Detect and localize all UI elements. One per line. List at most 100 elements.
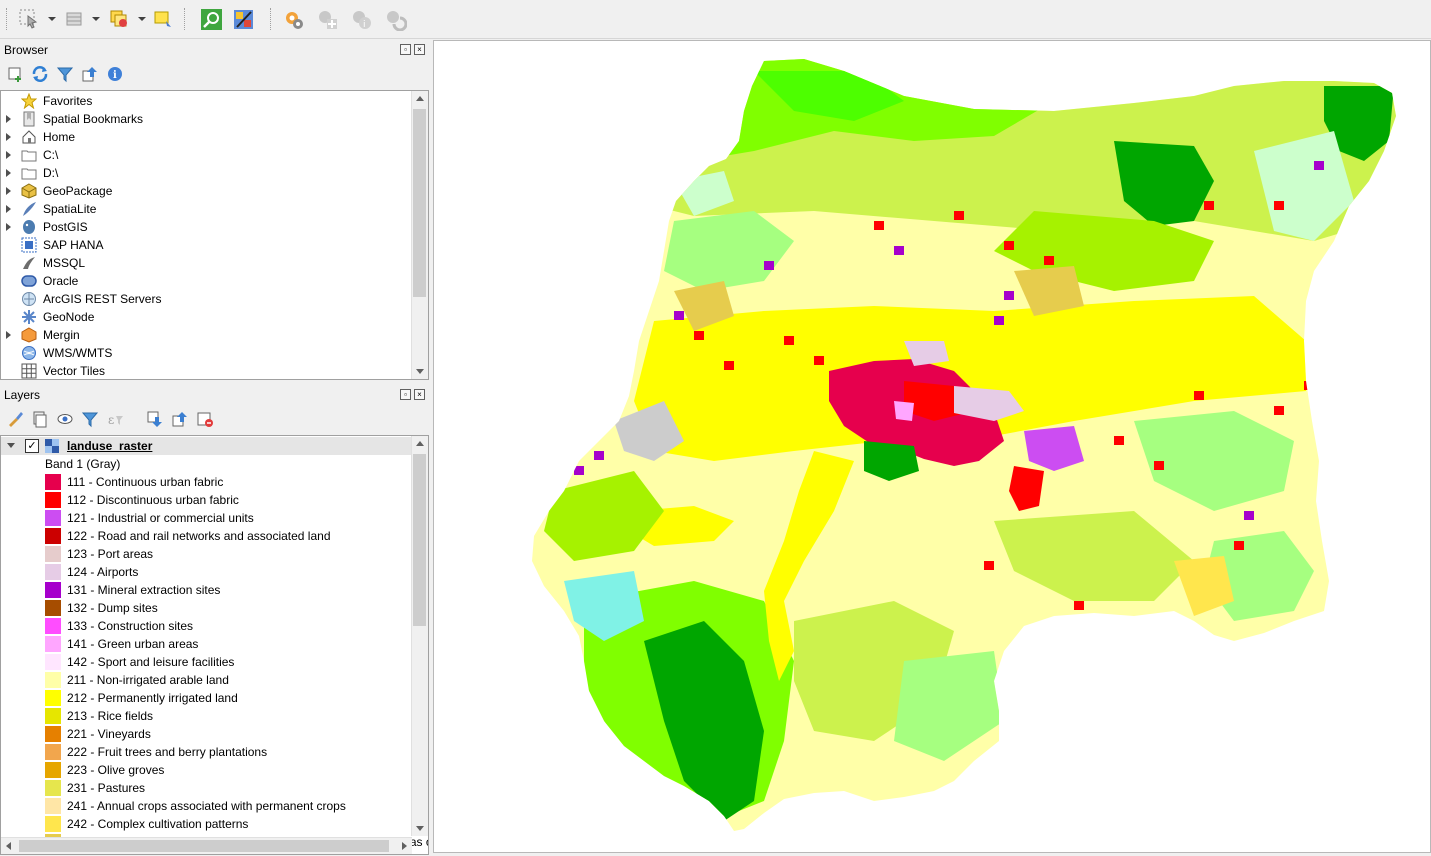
plugin-settings-button[interactable] <box>280 6 306 32</box>
layers-tree: ✓ landuse_raster Band 1 (Gray) 111 - Con… <box>0 435 429 855</box>
scrollbar-thumb[interactable] <box>413 454 426 626</box>
browser-item-vector-tiles[interactable]: Vector Tiles <box>1 362 412 379</box>
scroll-down-arrow[interactable] <box>416 369 424 374</box>
processing-toolbox-button[interactable] <box>230 6 256 32</box>
properties-button[interactable]: i <box>106 65 124 83</box>
plugin-add-button[interactable] <box>314 6 340 32</box>
identify-features-icon <box>201 9 222 30</box>
expand-arrow-icon[interactable] <box>6 187 11 195</box>
urban-spot <box>1074 601 1084 610</box>
collapse-all-layers-button[interactable] <box>171 410 189 428</box>
collapse-arrow-icon[interactable] <box>7 443 15 448</box>
filter-by-expression-button[interactable]: ε <box>106 410 124 428</box>
toolbar-grip[interactable] <box>6 8 10 30</box>
expand-arrow-icon[interactable] <box>6 115 11 123</box>
refresh-button[interactable] <box>31 65 49 83</box>
layer-name[interactable]: landuse_raster <box>67 437 152 455</box>
browser-item-geopackage[interactable]: GeoPackage <box>1 182 412 200</box>
expand-arrow-icon[interactable] <box>6 223 11 231</box>
browser-item-c[interactable]: C:\ <box>1 146 412 164</box>
folder-icon <box>21 150 37 162</box>
expand-all-button[interactable] <box>146 410 164 428</box>
plugin-info-button[interactable]: i <box>348 6 374 32</box>
legend-swatch <box>45 582 61 598</box>
browser-item-d[interactable]: D:\ <box>1 164 412 182</box>
browser-item-home[interactable]: Home <box>1 128 412 146</box>
expand-arrow-icon[interactable] <box>6 133 11 141</box>
map-canvas[interactable] <box>433 40 1431 853</box>
scroll-up-arrow[interactable] <box>416 441 424 446</box>
browser-item-sap-hana[interactable]: SAP HANA <box>1 236 412 254</box>
browser-item-geonode[interactable]: GeoNode <box>1 308 412 326</box>
remove-layer-button[interactable] <box>196 410 214 428</box>
collapse-all-button[interactable] <box>81 65 99 83</box>
legend-label: 123 - Port areas <box>67 547 154 561</box>
collapse-all-icon <box>82 67 97 82</box>
browser-item-favorites[interactable]: Favorites <box>1 92 412 110</box>
expand-arrow-icon[interactable] <box>6 151 11 159</box>
browser-item-spatialite[interactable]: SpatiaLite <box>1 200 412 218</box>
expand-arrow-icon[interactable] <box>6 205 11 213</box>
layer-row[interactable]: ✓ landuse_raster <box>1 437 412 455</box>
add-selected-layers-button[interactable] <box>6 65 24 83</box>
urban-spot <box>1234 541 1244 550</box>
browser-item-label: SAP HANA <box>43 238 104 252</box>
legend-label: 221 - Vineyards <box>67 727 151 741</box>
filter-legend-button[interactable] <box>81 410 99 428</box>
scroll-right-arrow[interactable] <box>402 842 407 850</box>
layers-float-button[interactable]: ▫ <box>400 389 411 400</box>
legend-label: 141 - Green urban areas <box>67 637 199 651</box>
dock-splitter[interactable] <box>0 380 430 384</box>
browser-item-arcgis-rest-servers[interactable]: ArcGIS REST Servers <box>1 290 412 308</box>
browser-toolbar: i <box>0 62 430 86</box>
scroll-up-arrow[interactable] <box>416 96 424 101</box>
browser-item-wms-wmts[interactable]: WMS/WMTS <box>1 344 412 362</box>
browser-item-mssql[interactable]: MSSQL <box>1 254 412 272</box>
manage-visibility-button[interactable] <box>56 410 74 428</box>
layers-scrollbar[interactable] <box>411 436 428 836</box>
identify-features-button[interactable] <box>198 6 224 32</box>
browser-item-postgis[interactable]: PostGIS <box>1 218 412 236</box>
browser-item-label: ArcGIS REST Servers <box>43 292 162 306</box>
browser-float-button[interactable]: ▫ <box>400 44 411 55</box>
select-features-button[interactable] <box>16 6 42 32</box>
style-manager-button[interactable] <box>6 410 24 428</box>
toolbar-grip-3[interactable] <box>270 8 274 30</box>
browser-close-button[interactable]: × <box>414 44 425 55</box>
urban-spot <box>1194 391 1204 400</box>
band-label: Band 1 (Gray) <box>45 457 121 471</box>
toolbar-grip-2[interactable] <box>184 8 188 30</box>
layers-toolbar: ε <box>0 407 430 431</box>
layer-visibility-checkbox[interactable]: ✓ <box>25 439 39 453</box>
legend-swatch <box>45 780 61 796</box>
add-annotation-button[interactable] <box>150 6 176 32</box>
legend-swatch <box>45 672 61 688</box>
browser-item-mergin[interactable]: Mergin <box>1 326 412 344</box>
wms-icon <box>22 346 36 360</box>
browser-item-spatial-bookmarks[interactable]: Spatial Bookmarks <box>1 110 412 128</box>
scroll-left-arrow[interactable] <box>6 842 11 850</box>
legend-label: 131 - Mineral extraction sites <box>67 583 221 597</box>
legend-label: 111 - Continuous urban fabric <box>67 475 224 489</box>
urban-spot <box>724 361 734 370</box>
layer-style-button[interactable] <box>106 6 132 32</box>
urban-spot <box>1154 461 1164 470</box>
expand-arrow-icon[interactable] <box>6 331 11 339</box>
browser-item-label: PostGIS <box>43 220 88 234</box>
filter-icon <box>81 412 99 428</box>
hscrollbar-thumb[interactable] <box>19 840 389 852</box>
legend-label: 213 - Rice fields <box>67 709 154 723</box>
browser-item-label: GeoNode <box>43 310 95 324</box>
plugin-reload-button[interactable] <box>382 6 408 32</box>
browser-scrollbar[interactable] <box>411 91 428 379</box>
expand-arrow-icon[interactable] <box>6 169 11 177</box>
add-group-button[interactable] <box>31 410 49 428</box>
scroll-down-arrow[interactable] <box>416 826 424 831</box>
scrollbar-thumb[interactable] <box>413 109 426 297</box>
browser-item-oracle[interactable]: Oracle <box>1 272 412 290</box>
layers-close-button[interactable]: × <box>414 389 425 400</box>
filter-browser-button[interactable] <box>56 65 74 83</box>
attribute-table-button[interactable] <box>62 6 88 32</box>
geonode-icon <box>22 310 36 324</box>
layers-hscrollbar[interactable] <box>1 837 412 854</box>
